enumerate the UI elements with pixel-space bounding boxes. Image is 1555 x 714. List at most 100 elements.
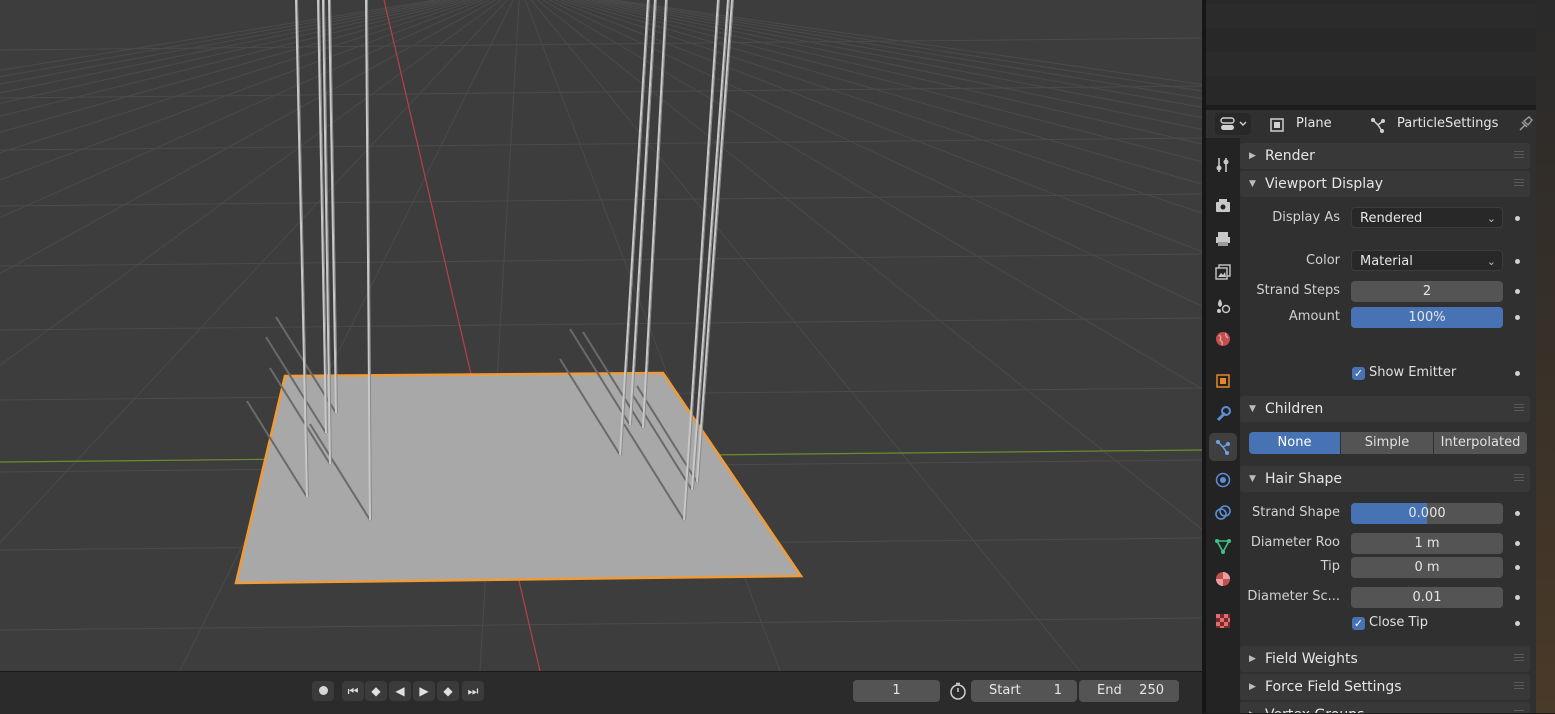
particle-settings-name[interactable]: ParticleSettings [1397,116,1498,131]
panel-render-header[interactable]: ▶ Render [1240,143,1530,169]
display-as-dropdown[interactable]: Rendered ⌄ [1351,207,1503,228]
editor-type-button[interactable] [1215,113,1251,135]
tab-modifiers[interactable] [1209,400,1237,428]
play-reverse-button[interactable]: ◀ [389,681,411,701]
grid-line [0,253,1202,267]
properties-editor: ▶ Render ▼ Viewport Display Display As R… [1240,138,1536,713]
amount-label: Amount [1288,309,1340,324]
current-frame-field[interactable]: 1 [853,680,940,702]
panel-vertex-groups-header[interactable]: ▶ Vertex Groups [1240,702,1530,713]
panel-title: Vertex Groups [1265,702,1364,713]
panel-field-weights-header[interactable]: ▶ Field Weights [1240,646,1530,672]
children-simple-option[interactable]: Simple [1341,432,1433,454]
outliner [1206,0,1536,105]
strand-shape-slider[interactable]: 0.000 [1351,503,1503,524]
record-button[interactable] [312,681,334,701]
stopwatch-icon[interactable] [949,682,967,700]
tab-constraints[interactable] [1209,499,1237,527]
tab-data[interactable] [1209,532,1237,560]
panel-hair-shape-header[interactable]: ▼ Hair Shape [1240,466,1530,492]
color-dropdown[interactable]: Material ⌄ [1351,250,1503,271]
tab-material[interactable] [1209,565,1237,593]
prev-keyframe-icon: ◆ [371,684,381,698]
tip-field[interactable]: 0 m [1351,557,1503,578]
object-icon [1268,116,1286,138]
close-tip-label[interactable]: Close Tip [1369,615,1428,630]
drag-handle-icon[interactable] [1514,474,1524,482]
color-value: Material [1360,254,1413,269]
tab-view-layer[interactable] [1209,258,1237,286]
grid-line [0,617,1202,631]
display-as-label: Display As [1272,210,1340,225]
diameter-scale-field[interactable]: 0.01 [1351,587,1503,608]
render-icon [1216,199,1230,212]
next-keyframe-icon: ◆ [443,684,453,698]
jump-start-icon: ⏮ [347,684,359,698]
tab-tool[interactable] [1209,151,1237,179]
tab-world[interactable] [1209,325,1237,353]
outliner-row [1206,76,1536,100]
keyframe-dot-icon[interactable] [1515,511,1520,516]
strand-steps-value: 2 [1422,284,1432,299]
drag-handle-icon[interactable] [1514,179,1524,187]
object-name[interactable]: Plane [1296,116,1332,131]
drag-handle-icon[interactable] [1514,404,1524,412]
keyframe-dot-icon[interactable] [1515,216,1520,221]
jump-start-button[interactable]: ⏮ [342,681,364,701]
tab-render[interactable] [1209,192,1237,220]
start-frame-field[interactable]: Start 1 [971,680,1077,702]
panel-force-field-settings-header[interactable]: ▶ Force Field Settings [1240,674,1530,700]
tab-scene[interactable] [1209,292,1237,320]
panel-title: Force Field Settings [1265,679,1402,695]
drag-handle-icon[interactable] [1514,682,1524,690]
strand-steps-field[interactable]: 2 [1351,281,1503,302]
display-as-value: Rendered [1360,211,1423,226]
diameter-root-field[interactable]: 1 m [1351,533,1503,554]
tab-output[interactable] [1209,225,1237,253]
keyframe-dot-icon[interactable] [1515,541,1520,546]
3d-viewport[interactable] [0,0,1202,671]
expand-icon: ▶ [1249,682,1256,692]
strand-shape-value: 0.000 [1408,506,1446,521]
drag-handle-icon[interactable] [1514,151,1524,159]
show-emitter-label[interactable]: Show Emitter [1369,365,1456,380]
keyframe-dot-icon[interactable] [1515,259,1520,264]
keyframe-dot-icon[interactable] [1515,315,1520,320]
chevron-down-icon: ⌄ [1486,255,1496,268]
pin-icon[interactable] [1516,115,1534,137]
end-frame-field[interactable]: End 250 [1079,680,1179,702]
tab-particles[interactable] [1209,433,1237,461]
world-icon [1216,332,1230,346]
outliner-row [1206,52,1536,76]
next-keyframe-button[interactable]: ◆ [437,681,459,701]
keyframe-dot-icon[interactable] [1515,289,1520,294]
keyframe-dot-icon[interactable] [1515,595,1520,600]
play-button[interactable]: ▶ [413,681,435,701]
tab-object[interactable] [1209,367,1237,395]
keyframe-dot-icon[interactable] [1515,621,1520,626]
panel-viewport-display-header[interactable]: ▼ Viewport Display [1240,171,1530,197]
prev-keyframe-button[interactable]: ◆ [365,681,387,701]
children-interpolated-option[interactable]: Interpolated [1434,432,1527,454]
keyframe-dot-icon[interactable] [1515,371,1520,376]
keyframe-dot-icon[interactable] [1515,565,1520,570]
hair-strand-edge [693,0,730,491]
panel-title: Render [1265,148,1315,164]
tab-texture[interactable] [1209,607,1237,635]
panel-children-header[interactable]: ▼ Children [1240,396,1530,422]
diameter-scale-label: Diameter Sc... [1247,589,1340,604]
physics-icon [1215,472,1231,488]
particles-icon [1369,116,1387,138]
children-none-option[interactable]: None [1249,432,1340,454]
jump-end-button[interactable]: ⏭ [462,681,484,701]
close-tip-checkbox[interactable]: ✓ [1352,617,1365,630]
tab-physics[interactable] [1209,466,1237,494]
grid-line [0,137,1202,151]
plane-mesh[interactable] [234,371,804,585]
amount-slider[interactable]: 100% [1351,307,1503,328]
show-emitter-checkbox[interactable]: ✓ [1352,367,1365,380]
drag-handle-icon[interactable] [1514,654,1524,662]
play-reverse-icon: ◀ [395,684,405,698]
particles-tab-icon [1216,440,1230,455]
play-icon: ▶ [419,684,429,698]
